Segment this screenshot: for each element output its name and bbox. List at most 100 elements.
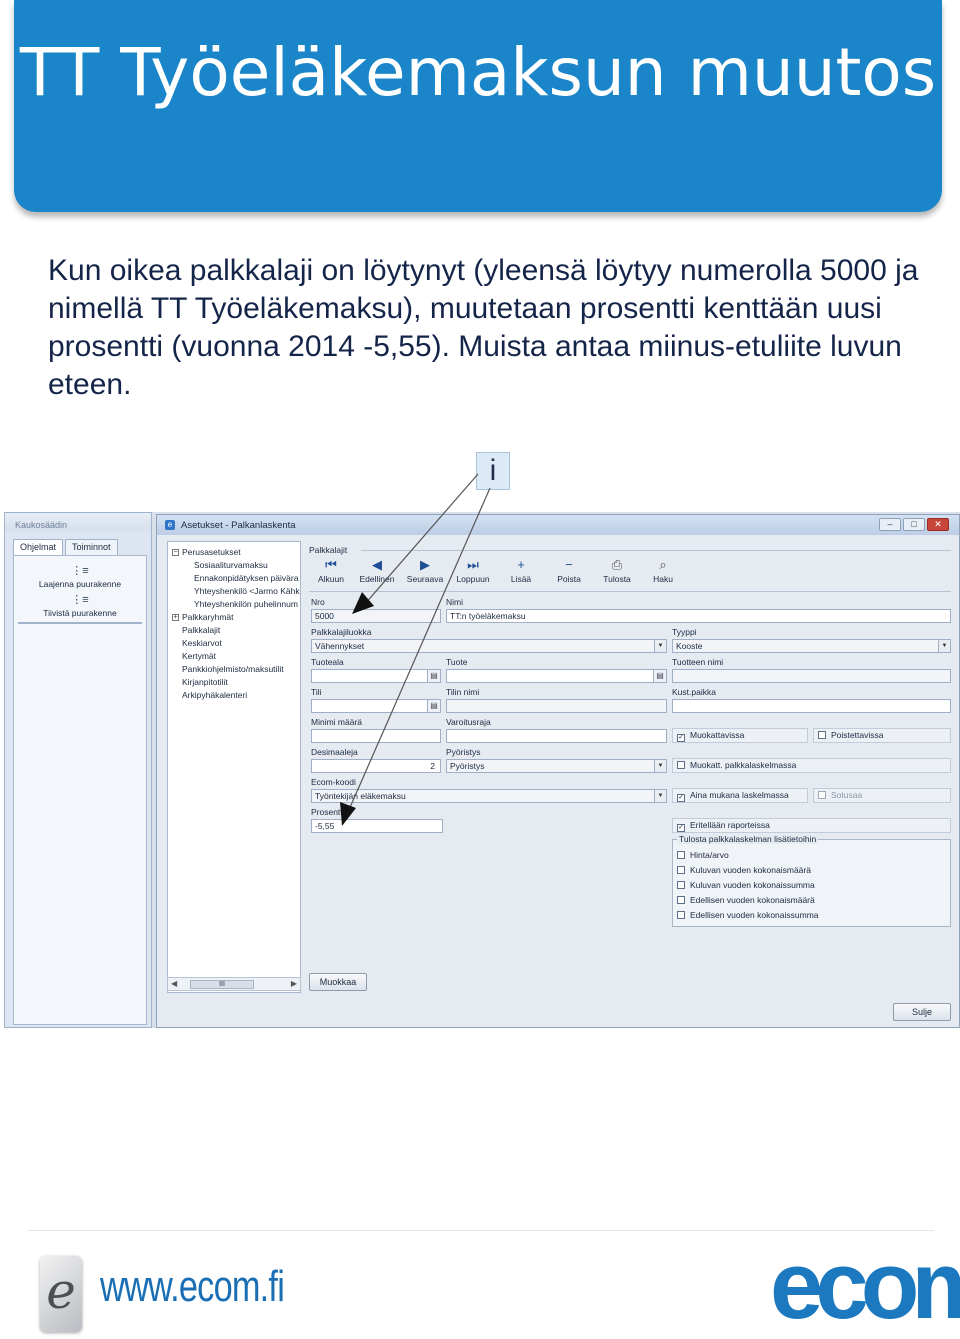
collapse-icon[interactable]: −: [172, 549, 179, 557]
add-button[interactable]: + Lisää: [499, 557, 543, 584]
first-icon: ⏮: [325, 557, 337, 572]
scroll-right-icon[interactable]: ▶: [291, 979, 297, 988]
checkbox-icon[interactable]: [677, 761, 685, 769]
pyoristys-select[interactable]: Pyöristys ▼: [446, 759, 667, 773]
checkbox-icon[interactable]: ✓: [677, 734, 685, 742]
tree-node-palkkalajit[interactable]: Palkkalajit: [182, 625, 220, 635]
minimi-maara-field[interactable]: [311, 729, 441, 743]
print-button[interactable]: ⎙ Tulosta: [595, 557, 639, 584]
eritellaan-checkbox[interactable]: ✓ Eritellään raporteissa: [672, 818, 951, 833]
previous-button[interactable]: ◀ Edellinen: [355, 557, 399, 584]
e-badge-letter: e: [46, 1262, 76, 1320]
tab-programs[interactable]: Ohjelmat: [13, 539, 64, 555]
prosentti-field[interactable]: -5,55: [311, 819, 443, 833]
checkbox-icon[interactable]: [677, 851, 685, 859]
last-label: Loppuun: [456, 574, 490, 584]
tree-node[interactable]: Keskiarvot: [182, 638, 222, 648]
search-label: Haku: [653, 574, 673, 584]
checkbox-icon[interactable]: [677, 911, 685, 919]
checkbox-icon[interactable]: [677, 896, 685, 904]
lookup-icon[interactable]: ▤: [427, 700, 440, 712]
edellisen-maara-checkbox[interactable]: Edellisen vuoden kokonaismäärä: [677, 894, 815, 909]
checkbox-icon[interactable]: [677, 881, 685, 889]
hinta-arvo-checkbox[interactable]: Hinta/arvo: [677, 849, 729, 864]
chevron-down-icon[interactable]: ▼: [654, 640, 666, 652]
checkbox-icon[interactable]: ✓: [677, 794, 685, 802]
muokattavissa-checkbox[interactable]: ✓ Muokattavissa: [672, 728, 808, 743]
aina-mukana-checkbox[interactable]: ✓ Aina mukana laskelmassa: [672, 788, 808, 803]
minimi-maara-label: Minimi määrä: [311, 717, 363, 727]
collapse-tree-button[interactable]: Tiivistä puurakenne: [14, 608, 146, 618]
next-button[interactable]: ▶ Seuraava: [403, 557, 447, 584]
next-label: Seuraava: [406, 574, 444, 584]
settings-tree: − Perusasetukset Sosiaaliturvamaksu Ennak…: [167, 541, 301, 993]
minimize-button[interactable]: –: [879, 518, 901, 531]
expand-tree-button[interactable]: Laajenna puurakenne: [14, 579, 146, 589]
tili-field[interactable]: ▤: [311, 699, 441, 713]
close-window-button[interactable]: ✕: [927, 518, 949, 531]
maximize-button[interactable]: □: [903, 518, 925, 531]
tilin-nimi-label: Tilin nimi: [446, 687, 480, 697]
e-badge-logo: e: [40, 1256, 82, 1332]
tree-node[interactable]: Yhteyshenkilö <Jarmo Kähk: [194, 586, 300, 596]
tree-node[interactable]: Pankkiohjelmisto/maksutilit: [182, 664, 284, 674]
tree-node[interactable]: Sosiaaliturvamaksu: [194, 560, 268, 570]
edit-button[interactable]: Muokkaa: [309, 973, 367, 991]
tuote-field[interactable]: ▤: [446, 669, 667, 683]
chevron-down-icon[interactable]: ▼: [938, 640, 950, 652]
lookup-icon[interactable]: ▤: [653, 670, 666, 682]
tree-node[interactable]: Yhteyshenkilön puhelinnum: [194, 599, 298, 609]
footer-url[interactable]: www.ecom.fi: [100, 1262, 285, 1312]
remove-button[interactable]: − Poista: [547, 557, 591, 584]
chevron-down-icon[interactable]: ▼: [654, 760, 666, 772]
last-button[interactable]: ⏭ Loppuun: [451, 557, 495, 584]
checkbox-icon[interactable]: [677, 866, 685, 874]
close-button[interactable]: Sulje: [893, 1003, 951, 1021]
tuoteala-field[interactable]: ▤: [311, 669, 441, 683]
edellisen-summa-checkbox[interactable]: Edellisen vuoden kokonaissumma: [677, 909, 819, 924]
print-options-group: Tulosta palkkalaskelman lisätietoihin Hi…: [672, 834, 951, 927]
tilin-nimi-field[interactable]: [446, 699, 667, 713]
checkbox-icon[interactable]: [818, 791, 826, 799]
tree-node[interactable]: Ennakonpidätyksen päivära: [194, 573, 298, 583]
kust-paikka-field[interactable]: [672, 699, 951, 713]
tree-node[interactable]: Kertymät: [182, 651, 216, 661]
tyyppi-select[interactable]: Kooste ▼: [672, 639, 951, 653]
desimaaleja-field[interactable]: 2: [311, 759, 441, 773]
ecom-koodi-select[interactable]: Työntekijän eläkemaksu ▼: [311, 789, 667, 803]
poistettavissa-checkbox[interactable]: Poistettavissa: [813, 728, 951, 743]
lookup-icon[interactable]: ▤: [427, 670, 440, 682]
toolbar-group-label: Palkkalajit: [309, 545, 348, 555]
kuluvan-maara-checkbox[interactable]: Kuluvan vuoden kokonaismäärä: [677, 864, 811, 879]
checkbox-icon[interactable]: [818, 731, 826, 739]
tree-node[interactable]: Arkipyhäkalenteri: [182, 690, 247, 700]
expand-tree-icon: ⋮≡: [71, 565, 89, 577]
search-button[interactable]: ⌕ Haku: [641, 557, 685, 584]
tree-node-perusasetukset[interactable]: − Perusasetukset: [172, 547, 241, 557]
chevron-down-icon[interactable]: ▼: [654, 790, 666, 802]
print-options-legend: Tulosta palkkalaskelman lisätietoihin: [677, 834, 819, 844]
nro-field[interactable]: 5000: [311, 609, 441, 623]
tree-node[interactable]: Kirjanpitotilit: [182, 677, 228, 687]
scroll-left-icon[interactable]: ◀: [171, 979, 177, 988]
kust-paikka-label: Kust.paikka: [672, 687, 716, 697]
remove-label: Poista: [557, 574, 581, 584]
tuotteen-nimi-field[interactable]: [672, 669, 951, 683]
window-title: Asetukset - Palkanlaskenta: [181, 520, 296, 531]
tree-scrollbar[interactable]: ◀ III ▶: [167, 977, 301, 991]
expand-icon[interactable]: +: [172, 614, 179, 622]
kuluvan-summa-checkbox[interactable]: Kuluvan vuoden kokonaissumma: [677, 879, 815, 894]
desimaaleja-label: Desimaaleja: [311, 747, 358, 757]
first-button[interactable]: ⏮ Alkuun: [309, 557, 353, 584]
checkbox-icon[interactable]: ✓: [677, 824, 685, 832]
sotusaa-checkbox[interactable]: Sotusaa: [813, 788, 951, 803]
nimi-field[interactable]: TT:n työeläkemaksu: [446, 609, 951, 623]
tab-actions[interactable]: Toiminnot: [65, 539, 118, 555]
tree-node-palkkaryhmat[interactable]: + Palkkaryhmät: [172, 612, 234, 622]
tuote-label: Tuote: [446, 657, 468, 667]
muokatt-palkkalaskelmassa-checkbox[interactable]: Muokatt. palkkalaskelmassa: [672, 758, 951, 773]
palkkalajiluokka-select[interactable]: Vähennykset ▼: [311, 639, 667, 653]
varoitusraja-field[interactable]: [446, 729, 667, 743]
scroll-thumb[interactable]: III: [190, 980, 254, 989]
previous-icon: ◀: [372, 557, 382, 572]
